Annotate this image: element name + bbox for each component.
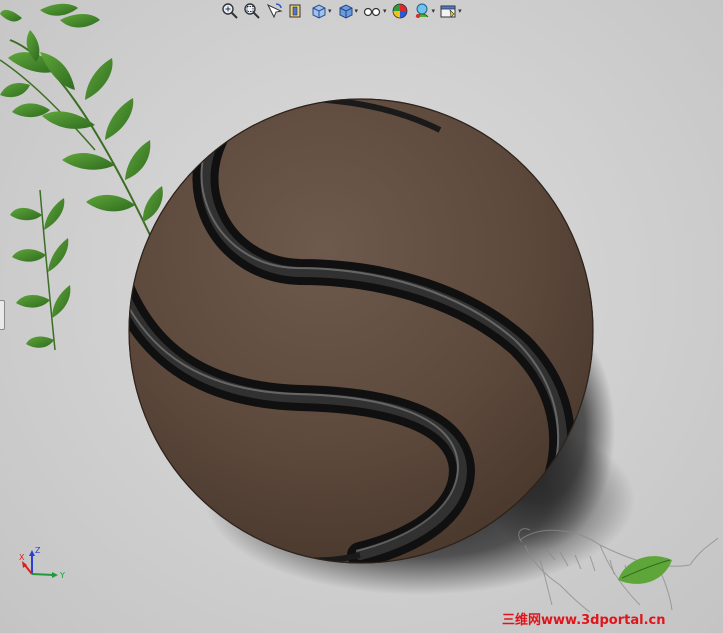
view-orientation-button[interactable]: ▾ xyxy=(308,1,333,21)
hide-show-icon xyxy=(363,7,381,17)
view-settings-caret: ▾ xyxy=(458,7,462,15)
graphics-viewport[interactable]: ▾ ▾ ▾ ▾ ▾ X Z Y 三维网www.3dportal.cn xyxy=(0,0,723,633)
zoom-to-fit-button[interactable] xyxy=(220,1,240,21)
model-scene[interactable] xyxy=(0,0,723,633)
triad-x-label: X xyxy=(19,553,25,562)
section-view-button[interactable] xyxy=(286,1,306,21)
triad-y-label: Y xyxy=(59,571,65,580)
view-orientation-caret: ▾ xyxy=(328,7,332,15)
display-style-button[interactable]: ▾ xyxy=(335,1,360,21)
zoom-to-fit-icon xyxy=(222,3,238,19)
triad-z-label: Z xyxy=(35,546,41,555)
hide-show-items-button[interactable]: ▾ xyxy=(361,1,388,21)
view-settings-button[interactable]: ▾ xyxy=(438,1,463,21)
reference-triad: X Z Y xyxy=(19,546,65,580)
previous-view-icon xyxy=(266,3,283,19)
view-settings-icon xyxy=(440,5,456,18)
heads-up-view-toolbar: ▾ ▾ ▾ ▾ ▾ xyxy=(220,0,463,22)
display-style-caret: ▾ xyxy=(354,7,359,15)
site-watermark: 三维网www.3dportal.cn xyxy=(502,613,666,628)
feature-manager-flyout-tab[interactable] xyxy=(0,300,5,330)
section-view-icon xyxy=(289,4,301,18)
display-style-icon xyxy=(339,4,353,19)
edit-appearance-icon xyxy=(392,3,407,19)
edit-appearance-button[interactable] xyxy=(390,1,410,21)
zoom-to-area-button[interactable] xyxy=(242,1,262,21)
hide-show-caret: ▾ xyxy=(383,7,387,15)
triad-y-axis xyxy=(31,573,55,576)
apply-scene-caret: ▾ xyxy=(431,7,436,15)
previous-view-button[interactable] xyxy=(264,1,284,21)
zoom-to-area-icon xyxy=(244,3,260,19)
view-orientation-icon xyxy=(312,4,326,19)
apply-scene-icon xyxy=(415,3,428,18)
apply-scene-button[interactable]: ▾ xyxy=(412,1,437,21)
